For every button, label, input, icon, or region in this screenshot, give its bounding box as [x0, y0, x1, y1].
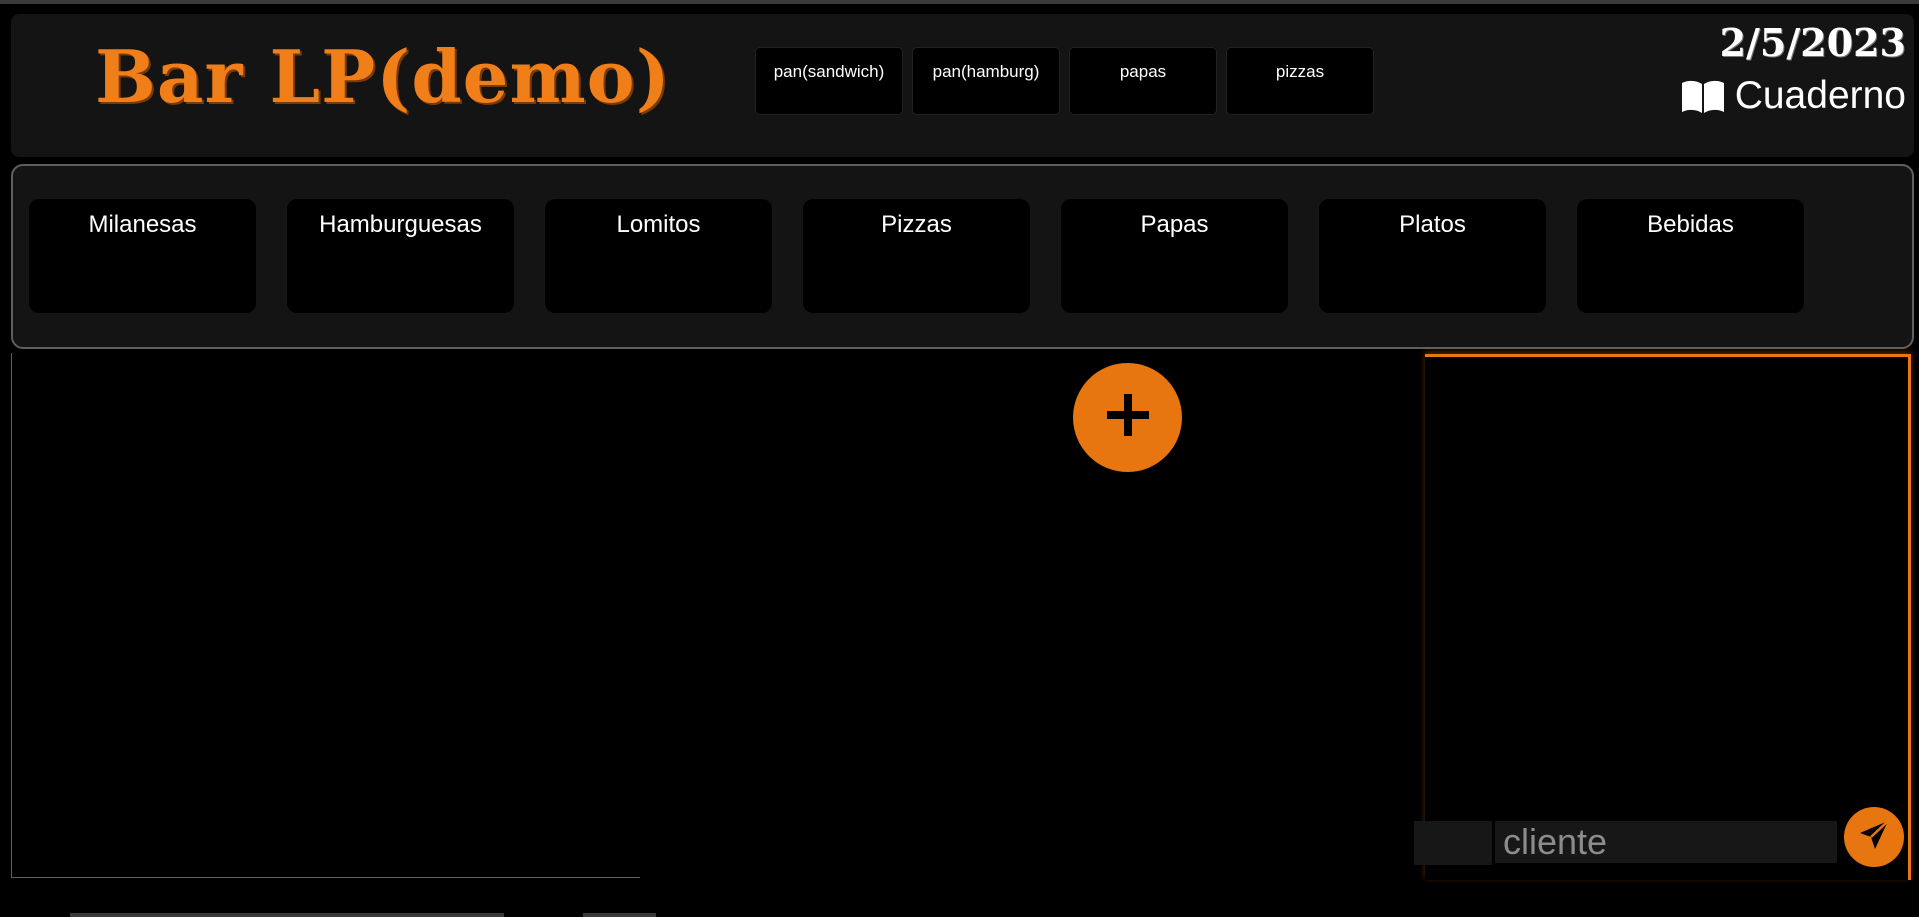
top-strip: [0, 0, 1919, 4]
category-panel: Milanesas Hamburguesas Lomitos Pizzas Pa…: [11, 164, 1914, 349]
category-lomitos[interactable]: Lomitos: [545, 199, 772, 313]
quick-buttons: pan(sandwich) pan(hamburg) papas pizzas: [755, 47, 1374, 115]
header: Bar LP(demo) pan(sandwich) pan(hamburg) …: [11, 14, 1914, 157]
scrollbar-thumb-secondary[interactable]: [583, 913, 656, 917]
send-icon: [1857, 818, 1891, 857]
category-pizzas[interactable]: Pizzas: [803, 199, 1030, 313]
app-root: Bar LP(demo) pan(sandwich) pan(hamburg) …: [0, 0, 1919, 917]
quick-button-pan-sandwich[interactable]: pan(sandwich): [755, 47, 903, 115]
order-panel: [1425, 354, 1911, 880]
send-button[interactable]: [1844, 807, 1904, 867]
category-hamburguesas[interactable]: Hamburguesas: [287, 199, 514, 313]
category-papas[interactable]: Papas: [1061, 199, 1288, 313]
category-list: Milanesas Hamburguesas Lomitos Pizzas Pa…: [29, 199, 1804, 313]
add-button[interactable]: [1073, 363, 1182, 472]
client-input[interactable]: [1495, 821, 1837, 863]
quick-button-pizzas[interactable]: pizzas: [1226, 47, 1374, 115]
scrollbar-thumb[interactable]: [70, 913, 504, 917]
book-icon: [1681, 78, 1725, 114]
items-panel: [11, 353, 640, 878]
quick-button-pan-hamburg[interactable]: pan(hamburg): [912, 47, 1060, 115]
plus-icon: [1104, 391, 1152, 444]
brand-title: Bar LP(demo): [95, 34, 671, 119]
quick-button-papas[interactable]: papas: [1069, 47, 1217, 115]
category-platos[interactable]: Platos: [1319, 199, 1546, 313]
category-bebidas[interactable]: Bebidas: [1577, 199, 1804, 313]
category-milanesas[interactable]: Milanesas: [29, 199, 256, 313]
table-number-input[interactable]: [1414, 821, 1492, 865]
notebook-link[interactable]: Cuaderno: [1681, 74, 1906, 118]
current-date: 2/5/2023: [1719, 20, 1906, 65]
notebook-label: Cuaderno: [1734, 74, 1906, 117]
